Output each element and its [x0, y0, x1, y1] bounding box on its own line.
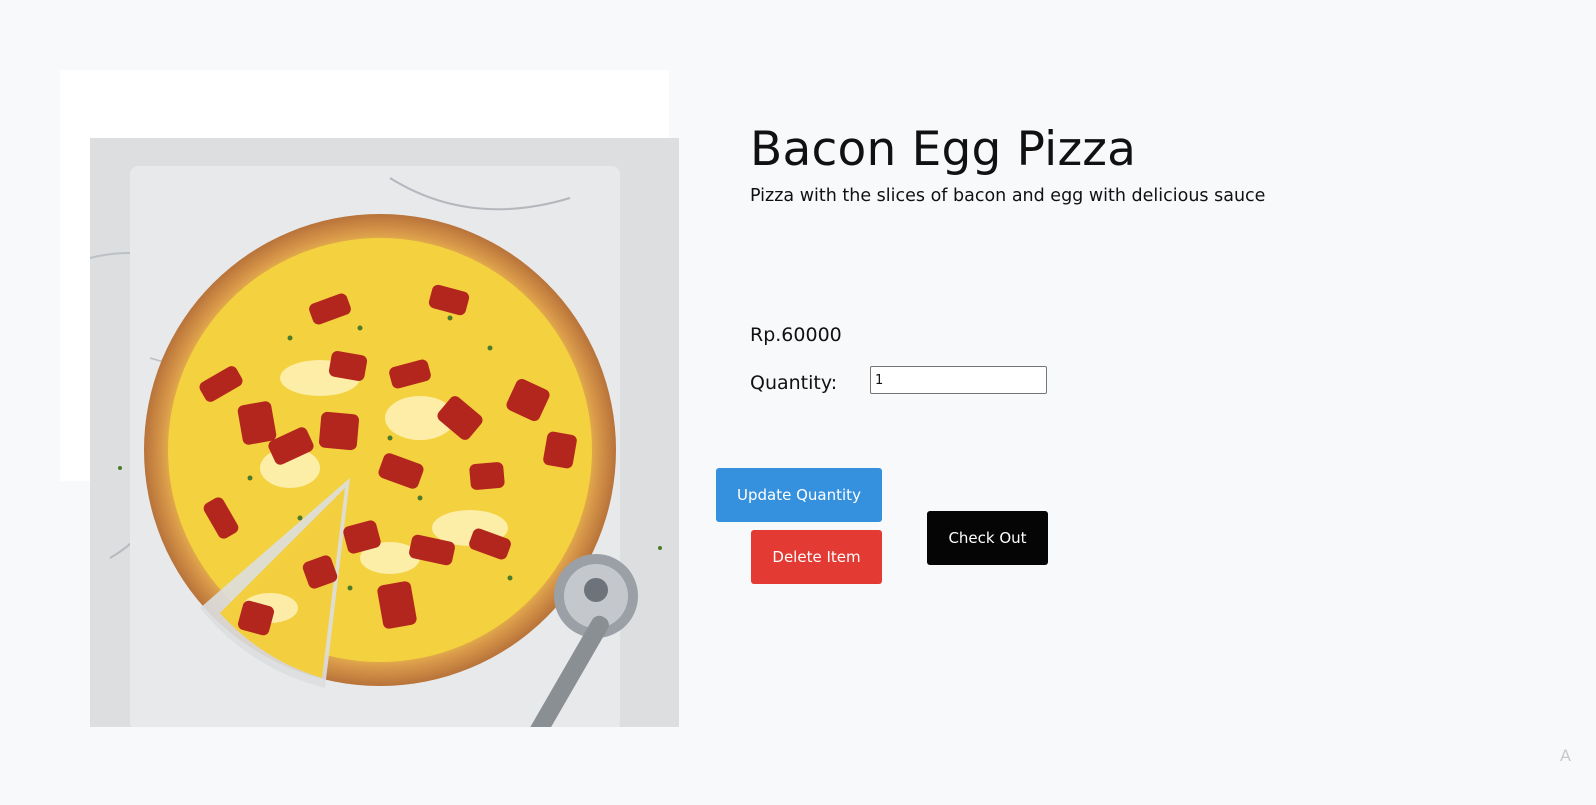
- product-price: Rp.60000: [750, 324, 842, 346]
- product-image: [90, 138, 679, 727]
- delete-item-button[interactable]: Delete Item: [751, 530, 882, 584]
- update-quantity-button[interactable]: Update Quantity: [716, 468, 882, 522]
- quantity-input[interactable]: [870, 366, 1047, 394]
- checkout-button[interactable]: Check Out: [927, 511, 1048, 565]
- product-detail-page: Bacon Egg Pizza Pizza with the slices of…: [0, 0, 1596, 805]
- product-description: Pizza with the slices of bacon and egg w…: [750, 186, 1266, 206]
- os-activation-watermark: A: [1560, 746, 1571, 765]
- quantity-label: Quantity:: [750, 372, 838, 394]
- product-title: Bacon Egg Pizza: [750, 122, 1137, 177]
